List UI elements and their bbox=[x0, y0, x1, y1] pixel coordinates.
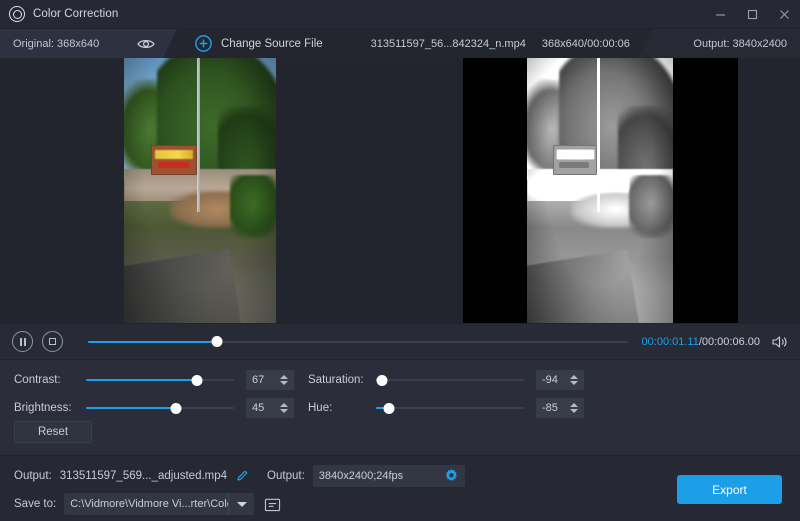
close-button[interactable] bbox=[768, 0, 800, 29]
seek-slider[interactable] bbox=[88, 332, 628, 352]
source-filename: 313511597_56...842324_n.mp4 bbox=[370, 37, 526, 50]
brightness-label: Brightness: bbox=[14, 402, 72, 414]
save-path-value: C:\Vidmore\Vidmore Vi...rter\Color Corre… bbox=[70, 498, 228, 510]
minimize-button[interactable] bbox=[704, 0, 736, 29]
output-file-label: Output: bbox=[14, 470, 52, 482]
speaker-icon[interactable] bbox=[771, 335, 788, 349]
original-preview-pane bbox=[0, 58, 400, 323]
time-display: 00:00:01.11/00:00:06.00 bbox=[642, 336, 760, 348]
saturation-row: Saturation: -94 bbox=[308, 370, 584, 390]
chevron-down-icon[interactable] bbox=[228, 493, 254, 515]
hue-label: Hue: bbox=[308, 402, 333, 414]
maximize-button[interactable] bbox=[736, 0, 768, 29]
brightness-stepper[interactable]: 45 bbox=[246, 398, 294, 418]
saturation-value: -94 bbox=[542, 374, 558, 386]
saturation-handle[interactable] bbox=[376, 374, 388, 386]
brightness-fill bbox=[86, 407, 177, 409]
hue-decrement-icon[interactable] bbox=[570, 409, 578, 413]
saturation-label: Saturation: bbox=[308, 374, 364, 386]
original-video-frame[interactable] bbox=[124, 58, 276, 323]
eye-icon[interactable] bbox=[137, 38, 155, 50]
original-info-tab: Original: 368x640 bbox=[0, 29, 177, 58]
app-logo-icon bbox=[9, 6, 25, 22]
output-resolution-label: Output: 3840x2400 bbox=[693, 37, 787, 50]
contrast-value: 67 bbox=[252, 374, 265, 386]
save-path-field[interactable]: C:\Vidmore\Vidmore Vi...rter\Color Corre… bbox=[64, 493, 255, 515]
contrast-decrement-icon[interactable] bbox=[280, 381, 288, 385]
source-dimensions-duration: 368x640/00:00:06 bbox=[541, 37, 630, 50]
original-resolution-label: Original: 368x640 bbox=[13, 37, 100, 50]
output-file-row: Output: 313511597_569..._adjusted.mp4 Ou… bbox=[14, 465, 465, 487]
brightness-decrement-icon[interactable] bbox=[280, 409, 288, 413]
brightness-handle[interactable] bbox=[170, 402, 182, 414]
output-format-label: Output: bbox=[267, 470, 305, 482]
save-to-label: Save to: bbox=[14, 498, 57, 510]
export-button[interactable]: Export bbox=[677, 475, 782, 504]
contrast-handle[interactable] bbox=[191, 374, 203, 386]
gear-icon[interactable] bbox=[444, 468, 459, 488]
reset-button[interactable]: Reset bbox=[14, 421, 92, 443]
contrast-slider[interactable] bbox=[86, 371, 234, 389]
hue-handle[interactable] bbox=[383, 402, 395, 414]
total-time: /00:00:06.00 bbox=[698, 335, 760, 348]
output-format-box[interactable]: 3840x2400;24fps bbox=[312, 465, 465, 488]
saturation-slider[interactable] bbox=[376, 371, 524, 389]
contrast-increment-icon[interactable] bbox=[280, 375, 288, 379]
saturation-increment-icon[interactable] bbox=[570, 375, 578, 379]
hue-value: -85 bbox=[542, 402, 558, 414]
hue-increment-icon[interactable] bbox=[570, 403, 578, 407]
color-correction-window: Color Correction Original: 368x640 Chang… bbox=[0, 0, 800, 521]
contrast-stepper[interactable]: 67 bbox=[246, 370, 294, 390]
contrast-label: Contrast: bbox=[14, 374, 61, 386]
seek-handle[interactable] bbox=[211, 336, 223, 347]
brightness-value: 45 bbox=[252, 402, 265, 414]
saturation-stepper[interactable]: -94 bbox=[536, 370, 584, 390]
contrast-fill bbox=[86, 379, 197, 381]
hue-slider[interactable] bbox=[376, 399, 524, 417]
pause-icon[interactable] bbox=[12, 331, 33, 352]
save-to-row: Save to: C:\Vidmore\Vidmore Vi...rter\Co… bbox=[14, 493, 281, 515]
output-format-value: 3840x2400;24fps bbox=[318, 470, 404, 482]
plus-circle-icon[interactable] bbox=[195, 35, 212, 52]
playback-bar: 00:00:01.11/00:00:06.00 bbox=[0, 323, 800, 359]
output-info-tab: Output: 3840x2400 bbox=[638, 29, 800, 58]
stop-icon[interactable] bbox=[42, 331, 63, 352]
brightness-row: Brightness: 45 bbox=[14, 398, 294, 418]
seek-fill bbox=[88, 340, 218, 343]
hue-row: Hue: -85 bbox=[308, 398, 584, 418]
output-filename: 313511597_569..._adjusted.mp4 bbox=[59, 470, 228, 482]
adjust-panel: Contrast: 67 Brightness: 45 Saturation: … bbox=[0, 359, 800, 455]
saturation-decrement-icon[interactable] bbox=[570, 381, 578, 385]
window-title: Color Correction bbox=[33, 8, 119, 20]
change-source-file-button[interactable]: Change Source File bbox=[221, 38, 323, 50]
folder-icon[interactable] bbox=[264, 497, 281, 512]
brightness-slider[interactable] bbox=[86, 399, 234, 417]
output-preview-pane bbox=[400, 58, 800, 323]
output-settings-bar: Output: 313511597_569..._adjusted.mp4 Ou… bbox=[0, 455, 800, 521]
pencil-icon[interactable] bbox=[235, 469, 249, 483]
output-video-frame[interactable] bbox=[462, 58, 738, 323]
contrast-row: Contrast: 67 bbox=[14, 370, 294, 390]
source-bar: Original: 368x640 Change Source File 313… bbox=[0, 29, 800, 58]
window-controls bbox=[704, 0, 800, 29]
brightness-increment-icon[interactable] bbox=[280, 403, 288, 407]
preview-stage bbox=[0, 58, 800, 323]
current-time: 00:00:01.11 bbox=[641, 335, 699, 348]
hue-stepper[interactable]: -85 bbox=[536, 398, 584, 418]
title-bar: Color Correction bbox=[0, 0, 800, 29]
